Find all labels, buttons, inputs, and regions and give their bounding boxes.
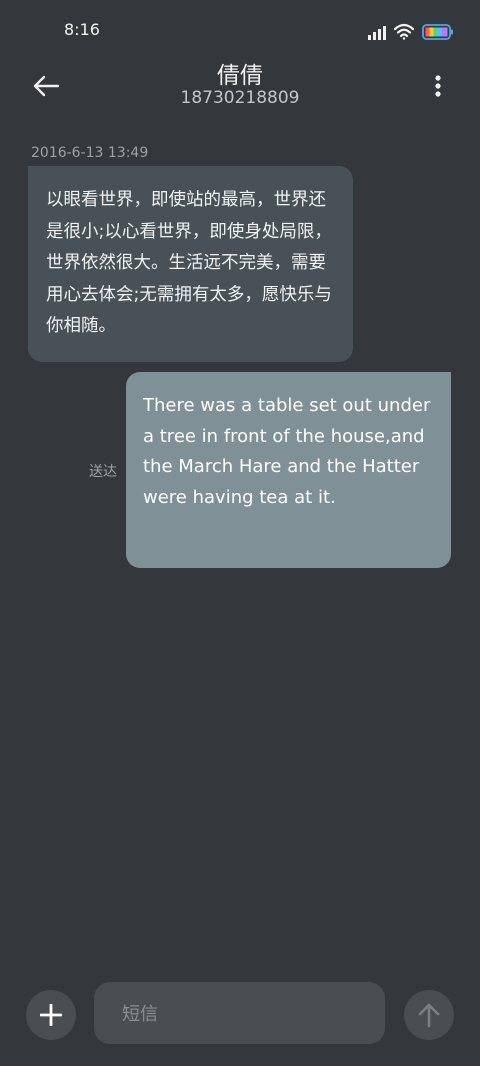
- wifi-icon: [393, 23, 415, 40]
- conversation-header: 倩倩 18730218809: [0, 62, 480, 118]
- status-time: 8:16: [64, 20, 100, 39]
- incoming-message-bubble[interactable]: 以眼看世界，即使站的最高，世界还是很小;以心看世界，即使身处局限，世界依然很大。…: [28, 166, 353, 362]
- delivery-status: 送达: [89, 464, 117, 480]
- more-options-button[interactable]: [426, 68, 450, 104]
- signal-icon: [368, 26, 386, 40]
- message-timestamp: 2016-6-13 13:49: [31, 145, 149, 161]
- send-button[interactable]: [404, 990, 454, 1040]
- sms-input[interactable]: 短信: [94, 982, 385, 1044]
- status-bar: 8:16: [0, 0, 480, 62]
- send-arrow-icon: [418, 1003, 440, 1028]
- contact-number: 18730218809: [180, 88, 300, 108]
- contact-name: 倩倩: [217, 63, 263, 89]
- add-attachment-button[interactable]: [26, 990, 76, 1040]
- battery-icon: [422, 24, 453, 40]
- status-icons: [368, 22, 454, 42]
- sms-input-placeholder: 短信: [122, 1004, 158, 1025]
- outgoing-message-bubble[interactable]: There was a table set out under a tree i…: [126, 372, 451, 568]
- more-vertical-icon: [435, 75, 441, 97]
- plus-icon: [40, 1004, 62, 1026]
